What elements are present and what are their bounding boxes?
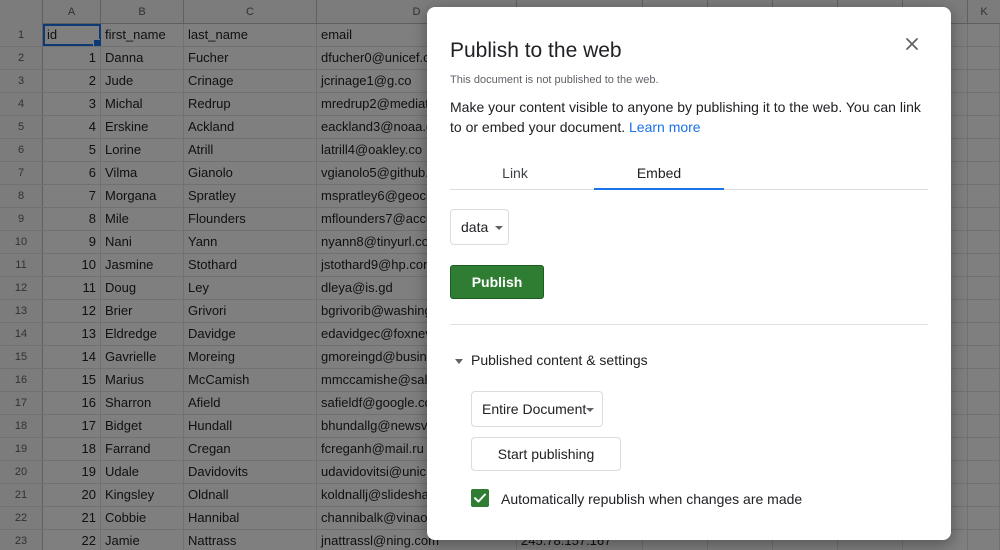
close-icon[interactable] xyxy=(899,31,925,57)
section-divider xyxy=(450,324,928,325)
publish-dialog: Publish to the web This document is not … xyxy=(427,7,951,540)
sheet-select-value: data xyxy=(461,219,489,235)
publish-tabs: Link Embed xyxy=(450,162,928,190)
sheet-select[interactable]: data xyxy=(450,209,509,245)
tab-link[interactable]: Link xyxy=(450,162,580,190)
caret-down-icon xyxy=(455,358,463,364)
scope-select-value: Entire Document xyxy=(482,401,587,417)
dialog-description: Make your content visible to anyone by p… xyxy=(450,97,930,137)
section-label: Published content & settings xyxy=(471,352,648,368)
checkmark-icon xyxy=(474,493,486,503)
publish-status: This document is not published to the we… xyxy=(450,74,659,86)
auto-republish-checkbox[interactable] xyxy=(471,489,489,507)
chevron-down-icon xyxy=(586,408,594,412)
learn-more-link[interactable]: Learn more xyxy=(629,119,701,135)
chevron-down-icon xyxy=(495,226,503,230)
dialog-title: Publish to the web xyxy=(450,39,622,62)
published-settings-toggle[interactable]: Published content & settings xyxy=(455,352,648,368)
publish-button[interactable]: Publish xyxy=(450,265,544,299)
tab-embed[interactable]: Embed xyxy=(594,162,724,190)
scope-select[interactable]: Entire Document xyxy=(471,391,603,427)
start-publishing-button[interactable]: Start publishing xyxy=(471,437,621,471)
auto-republish-label: Automatically republish when changes are… xyxy=(501,491,803,507)
